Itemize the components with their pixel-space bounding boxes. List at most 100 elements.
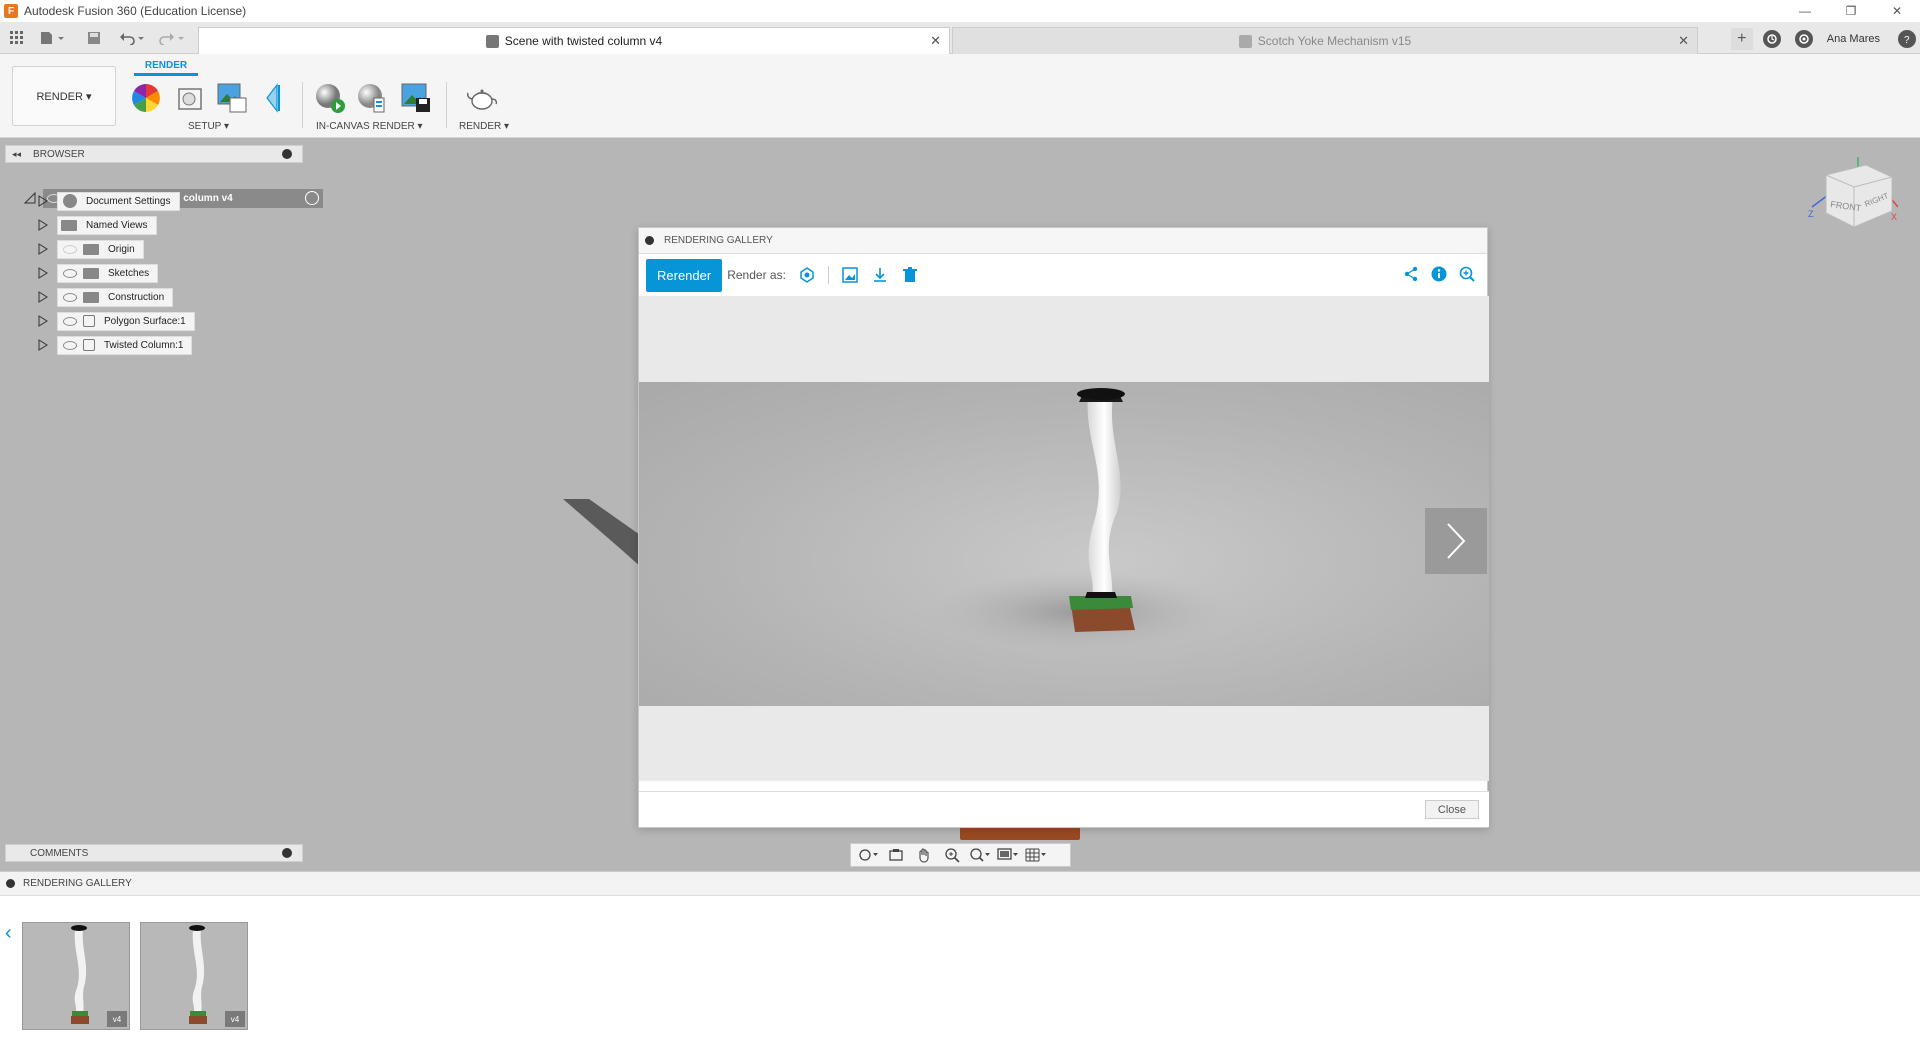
add-comment-icon[interactable]	[282, 848, 292, 858]
in-canvas-render-settings-icon[interactable]	[356, 82, 388, 114]
tree-node[interactable]: Named Views	[57, 215, 157, 235]
browser-item-polygon-surface[interactable]: Polygon Surface:1	[5, 309, 303, 333]
z-axis-label: Z	[1808, 209, 1814, 219]
decal-icon[interactable]	[258, 82, 290, 114]
close-button[interactable]: Close	[1424, 800, 1479, 819]
redo-icon[interactable]	[158, 29, 188, 47]
close-window-button[interactable]: ✕	[1874, 0, 1920, 22]
appearance-icon[interactable]	[130, 82, 162, 114]
tree-node[interactable]: Polygon Surface:1	[57, 311, 195, 331]
browser-options-icon[interactable]	[282, 149, 292, 159]
rendered-image[interactable]	[639, 382, 1489, 706]
collapse-dialog-icon[interactable]	[645, 236, 654, 245]
render-teapot-icon[interactable]	[466, 82, 498, 114]
rerender-button[interactable]: Rerender	[646, 258, 723, 292]
scene-settings-icon[interactable]	[174, 82, 206, 114]
expand-triangle-icon[interactable]	[38, 243, 48, 255]
user-name[interactable]: Ana Mares	[1827, 33, 1880, 45]
tree-node[interactable]: Construction	[57, 287, 174, 307]
notifications-icon[interactable]	[1794, 30, 1813, 48]
activate-radio-icon[interactable]	[305, 191, 319, 205]
visibility-eye-icon[interactable]	[63, 292, 77, 302]
background-model-base	[960, 826, 1080, 840]
browser-item-named-views[interactable]: Named Views	[5, 213, 303, 237]
gallery-thumbnail[interactable]: v4	[140, 922, 248, 1030]
look-at-icon[interactable]	[885, 846, 907, 864]
gear-icon	[63, 194, 77, 208]
render-as-icon[interactable]	[798, 266, 816, 284]
expand-triangle-icon[interactable]	[38, 267, 48, 279]
minimize-button[interactable]: —	[1782, 0, 1828, 22]
expand-triangle-icon[interactable]	[38, 219, 48, 231]
toolbar: RENDER ▾ RENDER SETUP ▾ IN-CANVAS RENDER…	[0, 54, 1920, 138]
zoom-icon[interactable]	[941, 846, 963, 864]
render-group-label[interactable]: RENDER ▾	[459, 121, 509, 132]
setup-group-label[interactable]: SETUP ▾	[188, 121, 229, 132]
folder-icon	[61, 219, 77, 231]
share-icon[interactable]	[1403, 266, 1419, 285]
expand-triangle-icon[interactable]	[38, 339, 48, 351]
tree-node[interactable]: Sketches	[57, 263, 159, 283]
next-image-button[interactable]	[1425, 508, 1487, 574]
tree-node[interactable]: Twisted Column:1	[57, 335, 193, 355]
collapse-icon[interactable]: ◂◂	[12, 149, 21, 160]
visibility-eye-icon[interactable]	[63, 340, 77, 350]
browser-item-origin[interactable]: Origin	[5, 237, 303, 261]
tree-label: Origin	[108, 243, 135, 255]
rendering-gallery-dialog: RENDERING GALLERY Rerender Render as: Cl…	[638, 227, 1489, 828]
tree-node[interactable]: Document Settings	[57, 191, 180, 211]
dialog-header[interactable]: RENDERING GALLERY	[639, 228, 1487, 254]
expand-triangle-icon[interactable]	[38, 195, 48, 207]
file-icon[interactable]	[38, 29, 68, 47]
comments-header[interactable]: COMMENTS	[5, 844, 303, 862]
save-icon[interactable]	[84, 29, 104, 47]
zoom-in-icon[interactable]	[1459, 266, 1475, 285]
gallery-thumbnail[interactable]: v4	[22, 922, 130, 1030]
hidden-eye-icon[interactable]	[63, 244, 77, 254]
design-document-icon	[485, 34, 499, 48]
workspace-switcher[interactable]: RENDER ▾	[12, 66, 116, 126]
capture-image-icon[interactable]	[400, 82, 432, 114]
texture-map-icon[interactable]	[216, 82, 248, 114]
browser-header[interactable]: ◂◂ BROWSER	[5, 145, 303, 163]
visibility-eye-icon[interactable]	[63, 268, 77, 278]
close-tab-icon[interactable]: ✕	[1678, 33, 1689, 49]
tab-render[interactable]: RENDER	[134, 60, 198, 76]
view-cube[interactable]: FRONT RIGHT Z X	[1808, 155, 1898, 245]
delete-icon[interactable]	[901, 266, 919, 284]
tree-node[interactable]: Origin	[57, 239, 144, 259]
grid-icon[interactable]	[8, 29, 26, 47]
restore-button[interactable]: ❐	[1828, 0, 1874, 22]
new-tab-button[interactable]: +	[1730, 28, 1753, 50]
help-icon[interactable]: ?	[1898, 30, 1916, 48]
undo-icon[interactable]	[118, 29, 148, 47]
tree-label: Twisted Column:1	[104, 339, 184, 351]
job-status-icon[interactable]	[1762, 30, 1781, 48]
gallery-strip-header[interactable]: RENDERING GALLERY	[0, 872, 1920, 896]
browser-item-construction[interactable]: Construction	[5, 285, 303, 309]
expand-triangle-icon[interactable]	[38, 291, 48, 303]
pan-icon[interactable]	[913, 846, 935, 864]
fit-icon[interactable]	[969, 846, 991, 864]
set-as-thumbnail-icon[interactable]	[841, 266, 859, 284]
orbit-icon[interactable]	[857, 846, 879, 864]
collapse-gallery-icon[interactable]	[6, 879, 15, 888]
comments-title: COMMENTS	[30, 847, 89, 859]
tab-scotch-yoke[interactable]: Scotch Yoke Mechanism v15 ✕	[952, 27, 1698, 54]
close-tab-icon[interactable]: ✕	[930, 33, 941, 49]
tab-scene-twisted-column[interactable]: Scene with twisted column v4 ✕	[198, 27, 950, 54]
info-icon[interactable]	[1431, 266, 1447, 285]
grid-settings-icon[interactable]	[1025, 846, 1047, 864]
visibility-eye-icon[interactable]	[63, 316, 77, 326]
gallery-prev-button[interactable]: ‹	[5, 922, 12, 945]
browser-item-document-settings[interactable]: Document Settings	[5, 189, 303, 213]
expand-triangle-icon[interactable]	[38, 315, 48, 327]
download-icon[interactable]	[871, 266, 889, 284]
browser-item-sketches[interactable]: Sketches	[5, 261, 303, 285]
display-settings-icon[interactable]	[997, 846, 1019, 864]
browser-item-twisted-column[interactable]: Twisted Column:1	[5, 333, 303, 357]
in-canvas-render-group-label[interactable]: IN-CANVAS RENDER ▾	[316, 121, 423, 132]
in-canvas-render-icon[interactable]	[314, 82, 346, 114]
tree-label: Document Settings	[86, 195, 171, 207]
rendering-gallery-strip: RENDERING GALLERY ‹ v4 v4	[0, 871, 1920, 1039]
